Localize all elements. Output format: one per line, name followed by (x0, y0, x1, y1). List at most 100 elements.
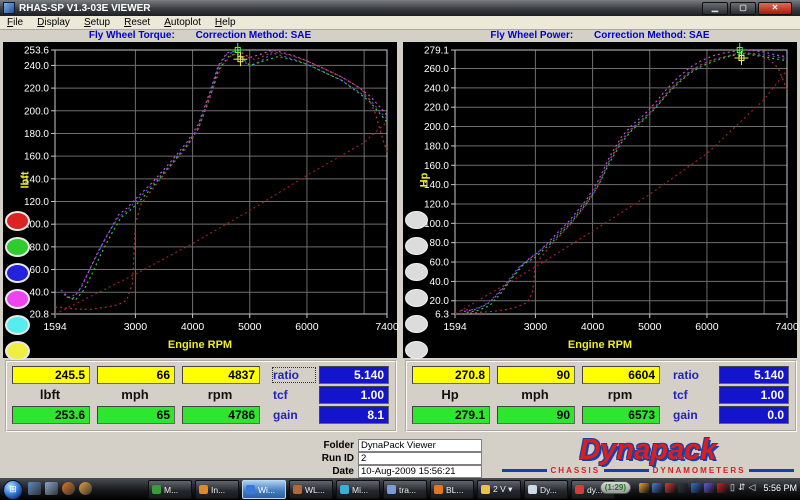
taskbar-button-wi[interactable]: Wi... (242, 480, 286, 499)
menu-item-reset[interactable]: Reset (117, 17, 157, 28)
run-id-label: Run ID (321, 453, 354, 464)
ratio-input[interactable]: 5.140 (719, 366, 789, 384)
power-unit-label: Hp (441, 387, 459, 402)
gain-input[interactable]: 0.0 (719, 406, 789, 424)
power-y-axis-title: Hp (418, 172, 431, 188)
minimize-button[interactable]: ▁ (702, 2, 728, 15)
tcf-input[interactable]: 1.00 (319, 386, 389, 404)
taskbar-button-label: Dy... (540, 484, 557, 495)
menu-item-setup[interactable]: Setup (77, 17, 117, 28)
excel-icon (152, 485, 161, 494)
maximize-button[interactable]: ▢ (730, 2, 756, 15)
y-tick-label: 240.0 (24, 61, 49, 72)
messenger-icon[interactable] (79, 482, 92, 495)
trace-button-magenta[interactable] (405, 289, 428, 307)
volume-icon[interactable]: ◁ (749, 482, 756, 493)
x-tick-label: 5000 (238, 321, 262, 333)
y-tick-label: 180.0 (24, 129, 49, 140)
taskbar-button-label: Wi... (258, 484, 275, 495)
trace-run-green (66, 53, 388, 301)
text-file-icon (387, 485, 396, 494)
updates-tray-icon[interactable] (652, 482, 663, 493)
trace-button-red[interactable] (405, 211, 428, 229)
dynapack-logo-word: Dynapack (579, 434, 717, 466)
date-input[interactable]: 10-Aug-2009 15:56:21 (358, 465, 482, 478)
menu-bar: File Display Setup Reset Autoplot Help (0, 16, 800, 30)
firefox-icon[interactable] (62, 482, 75, 495)
menu-item-file[interactable]: File (0, 17, 30, 28)
trace-button-red[interactable] (5, 211, 30, 231)
trace-button-yellow[interactable] (405, 341, 428, 359)
folder-input[interactable]: DynaPack Viewer (358, 439, 482, 452)
folder-label: Folder (323, 440, 354, 451)
menu-item-help[interactable]: Help (208, 17, 243, 28)
taskbar-button-tra[interactable]: tra... (383, 480, 427, 499)
taskbar-button-label: In... (211, 484, 226, 495)
trace-button-blue[interactable] (5, 263, 30, 283)
taskbar-button-mi[interactable]: Mi... (336, 480, 380, 499)
trace-run-magenta (463, 49, 788, 312)
tcf-label: tcf (673, 388, 688, 402)
taskbar-button-2v[interactable]: 2 V ▾ (477, 480, 521, 499)
rpm-unit-label: rpm (607, 387, 633, 402)
firefox-icon (434, 485, 443, 494)
plot-border (54, 49, 388, 315)
power-peak-mph: 90 (497, 406, 575, 424)
power-chart-svg[interactable]: 279.1260.0240.0220.0200.0180.0160.0140.0… (403, 42, 799, 338)
y-tick-label: 80.0 (430, 238, 450, 249)
network-icon[interactable]: ⇵ (738, 482, 746, 493)
torque-y-axis-title: lbft (19, 171, 32, 189)
tcf-input[interactable]: 1.00 (719, 386, 789, 404)
taskbar-button-dy[interactable]: Dy... (524, 480, 568, 499)
x-tick-label: 3000 (524, 321, 548, 333)
trace-button-green[interactable] (5, 237, 30, 257)
ratio-input[interactable]: 5.140 (319, 366, 389, 384)
y-tick-label: 260.0 (424, 64, 449, 75)
torque-chart-panel: 253.6 240.0 220.0 200.0 180.0 160.0 140.0 120.0… (3, 42, 399, 361)
trace-button-magenta[interactable] (5, 289, 30, 309)
ratio-label: ratio (673, 368, 700, 382)
taskbar-button-bl[interactable]: BL... (430, 480, 474, 499)
trace-button-green[interactable] (405, 237, 428, 255)
torque-chart-header: Fly Wheel Torque: Correction Method: SAE (3, 30, 397, 41)
menu-item-autoplot[interactable]: Autoplot (157, 17, 208, 28)
taskbar-button-label: tra... (399, 484, 417, 495)
battery-icon[interactable]: ▯ (730, 482, 735, 493)
menu-item-display[interactable]: Display (30, 17, 77, 28)
taskbar-clock[interactable]: 5:56 PM (763, 483, 797, 493)
trace-button-blue[interactable] (405, 263, 428, 281)
taskbar-button-wl[interactable]: WL... (289, 480, 333, 499)
quick-launch-bar (28, 482, 92, 495)
x-tick-label: 7400 (775, 321, 799, 333)
start-button[interactable]: ⊞ (3, 480, 23, 500)
inbox-icon (199, 485, 208, 494)
messenger-tray-icon[interactable] (639, 482, 650, 493)
x-tick-label: 7400 (375, 321, 399, 333)
folder-icon (481, 485, 490, 494)
taskbar-button-in[interactable]: In... (195, 480, 239, 499)
mph-unit-label: mph (521, 387, 549, 402)
gain-input[interactable]: 8.1 (319, 406, 389, 424)
y-tick-label: 253.6 (24, 46, 49, 57)
trace-button-cyan[interactable] (405, 315, 428, 333)
taskbar-button-m[interactable]: M... (148, 480, 192, 499)
trace-button-cyan[interactable] (5, 315, 30, 335)
show-desktop-icon[interactable] (28, 482, 41, 495)
torque-chart-svg[interactable]: 253.6240.0220.0200.0180.0160.0140.0120.0… (3, 42, 399, 338)
y-tick-label: 60.0 (430, 258, 450, 269)
window-switcher-icon[interactable] (45, 482, 58, 495)
torque-peak-mph: 65 (97, 406, 175, 424)
trace-button-yellow[interactable] (5, 341, 30, 361)
mcafee-tray-icon[interactable] (717, 482, 728, 493)
run-id-input[interactable]: 2 (358, 452, 482, 465)
security-tray-icon[interactable] (665, 482, 676, 493)
network-drive-tray-icon[interactable] (691, 482, 702, 493)
dyno-app-icon (528, 485, 537, 494)
torque-cursor-rpm: 4837 (182, 366, 260, 384)
y-tick-label: 20.8 (30, 310, 50, 321)
close-button[interactable]: ✕ (758, 2, 792, 15)
plot-border (454, 49, 788, 315)
input-switch-tray-icon[interactable] (678, 482, 689, 493)
run-id-row: Run ID 2 (306, 452, 482, 465)
sync-tray-icon[interactable] (704, 482, 715, 493)
